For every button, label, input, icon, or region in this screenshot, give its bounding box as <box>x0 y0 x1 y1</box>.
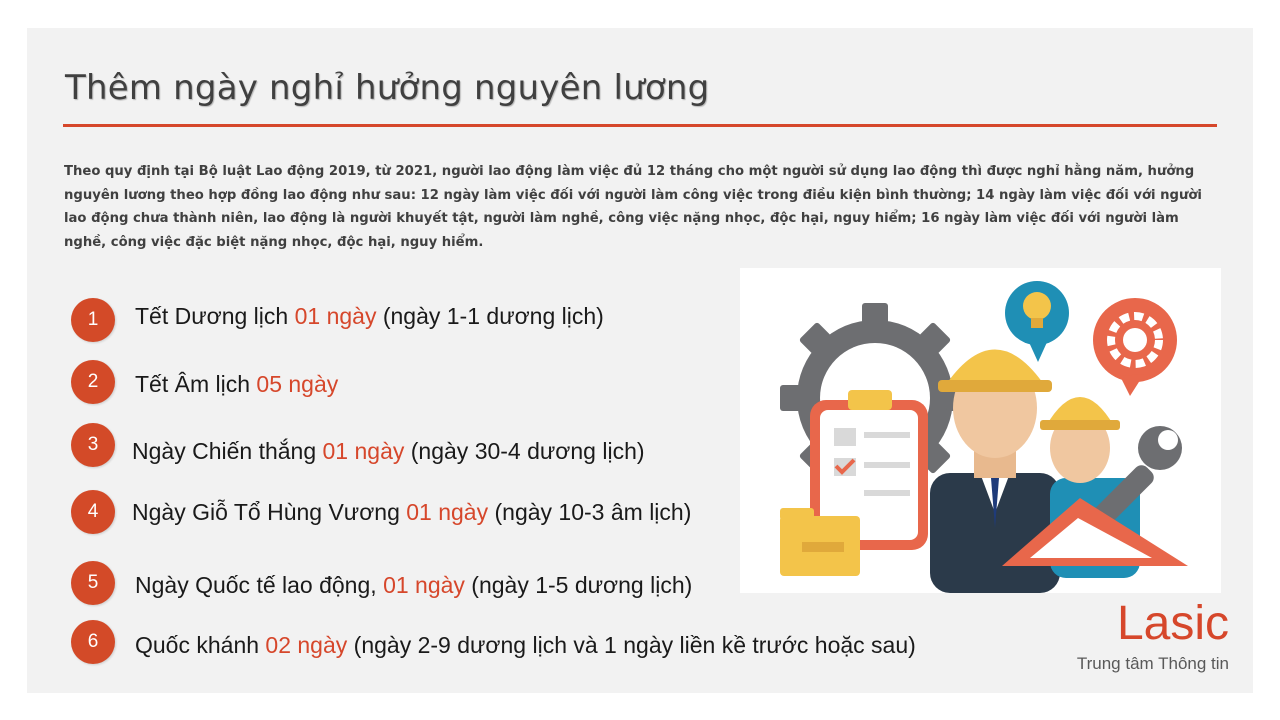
number-badge: 4 <box>71 490 115 534</box>
number-badge: 6 <box>71 620 115 664</box>
intro-paragraph: Theo quy định tại Bộ luật Lao động 2019,… <box>64 164 1202 250</box>
number-badge: 5 <box>71 561 115 605</box>
holiday-note: (ngày 1-1 dương lịch) <box>376 303 604 329</box>
slide: Thêm ngày nghỉ hưởng nguyên lương Theo q… <box>27 28 1253 693</box>
workers-illustration <box>740 268 1221 593</box>
brand-block: Lasic Trung tâm Thông tin <box>1077 598 1229 674</box>
holiday-label: Ngày Chiến thắng <box>132 438 323 464</box>
number-badge: 2 <box>71 360 115 404</box>
title-underline <box>63 124 1217 127</box>
folder-icon <box>780 508 860 576</box>
holiday-item-6: 6 Quốc khánh 02 ngày (ngày 2-9 dương lịc… <box>71 620 971 664</box>
brand-logo: Lasic <box>1116 597 1229 650</box>
slide-title: Thêm ngày nghỉ hưởng nguyên lương <box>65 68 710 108</box>
holiday-days: 01 ngày <box>322 438 405 464</box>
holiday-label: Tết Âm lịch <box>135 371 257 397</box>
holiday-text: Ngày Chiến thắng 01 ngày (ngày 30-4 dươn… <box>132 438 645 465</box>
holiday-text: Tết Âm lịch 05 ngày <box>135 371 338 398</box>
holiday-days: 01 ngày <box>383 572 465 598</box>
number-badge: 1 <box>71 298 115 342</box>
holiday-label: Ngày Giỗ Tổ Hùng Vương <box>132 499 407 525</box>
holiday-note: (ngày 10-3 âm lịch) <box>488 499 692 525</box>
holiday-days: 02 ngày <box>265 632 348 658</box>
holiday-text: Quốc khánh 02 ngày (ngày 2-9 dương lịch … <box>135 632 916 659</box>
holiday-label: Quốc khánh <box>135 632 266 658</box>
holiday-note: (ngày 30-4 dương lịch) <box>404 438 645 464</box>
holiday-text: Tết Dương lịch 01 ngày (ngày 1-1 dương l… <box>135 303 604 330</box>
holiday-note: (ngày 2-9 dương lịch và 1 ngày liền kề t… <box>347 632 916 658</box>
lightbulb-icon <box>1005 281 1069 362</box>
holiday-days: 01 ngày <box>406 499 489 525</box>
holiday-days: 01 ngày <box>294 303 377 329</box>
holiday-text: Ngày Quốc tế lao động, 01 ngày (ngày 1-5… <box>135 572 692 599</box>
holiday-days: 05 ngày <box>256 371 339 397</box>
settings-icon <box>1093 298 1177 396</box>
holiday-label: Ngày Quốc tế lao động, <box>135 572 384 598</box>
brand-subtitle: Trung tâm Thông tin <box>1076 654 1229 673</box>
number-badge: 3 <box>71 423 115 467</box>
holiday-label: Tết Dương lịch <box>135 303 295 329</box>
holiday-note: (ngày 1-5 dương lịch) <box>464 572 693 598</box>
holiday-text: Ngày Giỗ Tổ Hùng Vương 01 ngày (ngày 10-… <box>132 499 691 526</box>
